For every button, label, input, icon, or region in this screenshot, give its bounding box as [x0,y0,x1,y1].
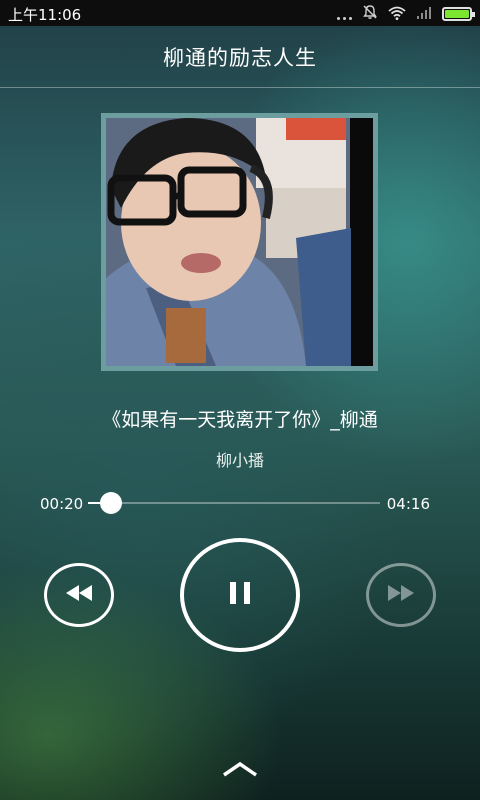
status-bar: 上午11:06 [0,0,480,26]
page-title: 柳通的励志人生 [163,46,317,70]
fast-forward-icon [386,583,416,607]
total-time: 04:16 [386,495,430,513]
progress-thumb[interactable] [99,492,122,514]
signal-icon [416,5,432,24]
status-icons [337,4,475,24]
pause-icon [227,580,253,610]
status-time: 上午11:06 [8,6,82,24]
expand-lyrics-button[interactable] [222,758,258,778]
play-pause-button[interactable] [180,538,300,652]
battery-icon [442,7,475,21]
wifi-icon [388,5,406,24]
song-title: 《如果有一天我离开了你》_柳通 [102,409,378,431]
next-button[interactable] [366,563,436,627]
notification-muted-icon [362,4,378,24]
previous-button[interactable] [44,563,114,627]
title-bar: 柳通的励志人生 [0,26,480,88]
title-divider [0,87,480,88]
progress-slider[interactable] [88,492,380,514]
more-dots-icon [337,16,352,20]
rewind-icon [64,583,94,607]
chevron-up-icon [222,761,258,782]
artist-name: 柳小播 [215,451,264,470]
battery-level [445,10,469,18]
album-art [101,113,378,371]
elapsed-time: 00:20 [40,495,84,513]
